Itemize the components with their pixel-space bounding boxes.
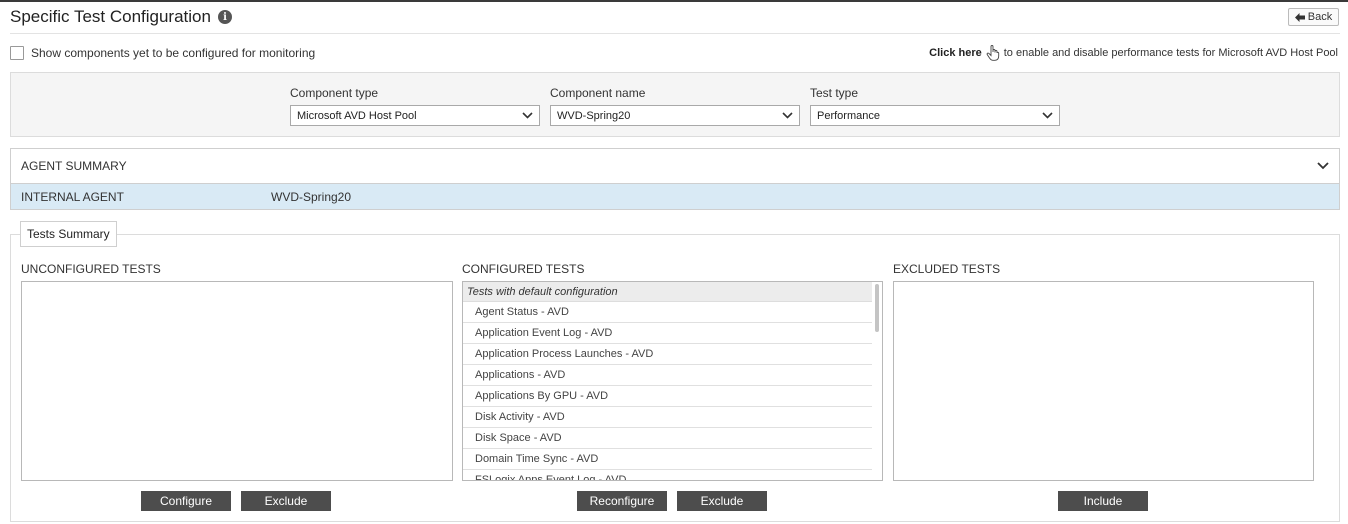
component-type-value: Microsoft AVD Host Pool: [297, 109, 417, 122]
show-components-option[interactable]: Show components yet to be configured for…: [10, 46, 315, 60]
list-item[interactable]: Domain Time Sync - AVD: [463, 449, 872, 470]
back-button-label: Back: [1307, 11, 1333, 23]
agent-type: INTERNAL AGENT: [21, 189, 124, 204]
unconfigured-tests-title: UNCONFIGURED TESTS: [21, 262, 161, 276]
component-type-select[interactable]: Microsoft AVD Host Pool: [290, 105, 540, 126]
list-item[interactable]: Application Process Launches - AVD: [463, 344, 872, 365]
test-type-filter: Test type Performance: [810, 86, 1060, 126]
page-title-text: Specific Test Configuration: [10, 7, 211, 26]
tests-summary-tab[interactable]: Tests Summary: [20, 221, 117, 247]
component-name-value: WVD-Spring20: [557, 109, 631, 122]
component-type-filter: Component type Microsoft AVD Host Pool: [290, 86, 540, 126]
show-components-label: Show components yet to be configured for…: [31, 46, 316, 60]
info-icon[interactable]: i: [217, 10, 232, 24]
chevron-down-icon: [782, 112, 793, 119]
configured-tests-list[interactable]: Tests with default configuration Agent S…: [462, 281, 883, 481]
reconfigure-button[interactable]: Reconfigure: [577, 491, 667, 511]
excluded-tests-list[interactable]: [893, 281, 1314, 481]
performance-toggle-link: Click here to enable and disable perform…: [929, 45, 1338, 61]
component-type-label: Component type: [290, 86, 379, 100]
configured-tests-title: CONFIGURED TESTS: [462, 262, 585, 276]
title-divider: [10, 33, 1340, 34]
unconfigured-tests-list[interactable]: [21, 281, 453, 481]
exclude-configured-button[interactable]: Exclude: [677, 491, 767, 511]
list-item[interactable]: FSLogix Apps Event Log - AVD: [463, 470, 872, 480]
list-item[interactable]: Application Event Log - AVD: [463, 323, 872, 344]
list-item[interactable]: Applications By GPU - AVD: [463, 386, 872, 407]
configure-button[interactable]: Configure: [141, 491, 231, 511]
list-item[interactable]: Applications - AVD: [463, 365, 872, 386]
chevron-down-icon[interactable]: [1317, 162, 1329, 170]
exclude-unconfigured-button[interactable]: Exclude: [241, 491, 331, 511]
chevron-down-icon: [1042, 112, 1053, 119]
component-name-filter: Component name WVD-Spring20: [550, 86, 800, 126]
page-title: Specific Test Configuration i: [10, 7, 232, 27]
include-button[interactable]: Include: [1058, 491, 1148, 511]
list-item[interactable]: Disk Activity - AVD: [463, 407, 872, 428]
scrollbar[interactable]: [872, 282, 882, 480]
agent-summary-title: AGENT SUMMARY: [21, 159, 127, 173]
click-here-description: to enable and disable performance tests …: [1003, 47, 1338, 59]
hand-pointer-icon: [986, 45, 999, 61]
component-name-select[interactable]: WVD-Spring20: [550, 105, 800, 126]
agent-row[interactable]: INTERNAL AGENT WVD-Spring20: [11, 184, 1339, 209]
agent-component-name: WVD-Spring20: [271, 189, 352, 204]
filter-panel: Component type Microsoft AVD Host Pool C…: [10, 72, 1340, 137]
list-item[interactable]: Agent Status - AVD: [463, 302, 872, 323]
list-item[interactable]: Disk Space - AVD: [463, 428, 872, 449]
test-type-label: Test type: [810, 86, 859, 100]
test-type-select[interactable]: Performance: [810, 105, 1060, 126]
chevron-down-icon: [522, 112, 533, 119]
excluded-tests-title: EXCLUDED TESTS: [893, 262, 1001, 276]
top-border: [0, 0, 1348, 2]
component-name-label: Component name: [550, 86, 646, 100]
agent-summary-panel: AGENT SUMMARY INTERNAL AGENT WVD-Spring2…: [10, 148, 1340, 210]
configured-group-header: Tests with default configuration: [463, 282, 872, 302]
back-button[interactable]: Back: [1288, 8, 1339, 26]
test-type-value: Performance: [817, 109, 880, 122]
scrollbar-thumb[interactable]: [875, 284, 879, 332]
click-here-link[interactable]: Click here: [929, 47, 982, 59]
back-arrow-icon: [1294, 12, 1305, 22]
agent-summary-header[interactable]: AGENT SUMMARY: [11, 149, 1339, 184]
show-components-checkbox[interactable]: [10, 46, 24, 60]
